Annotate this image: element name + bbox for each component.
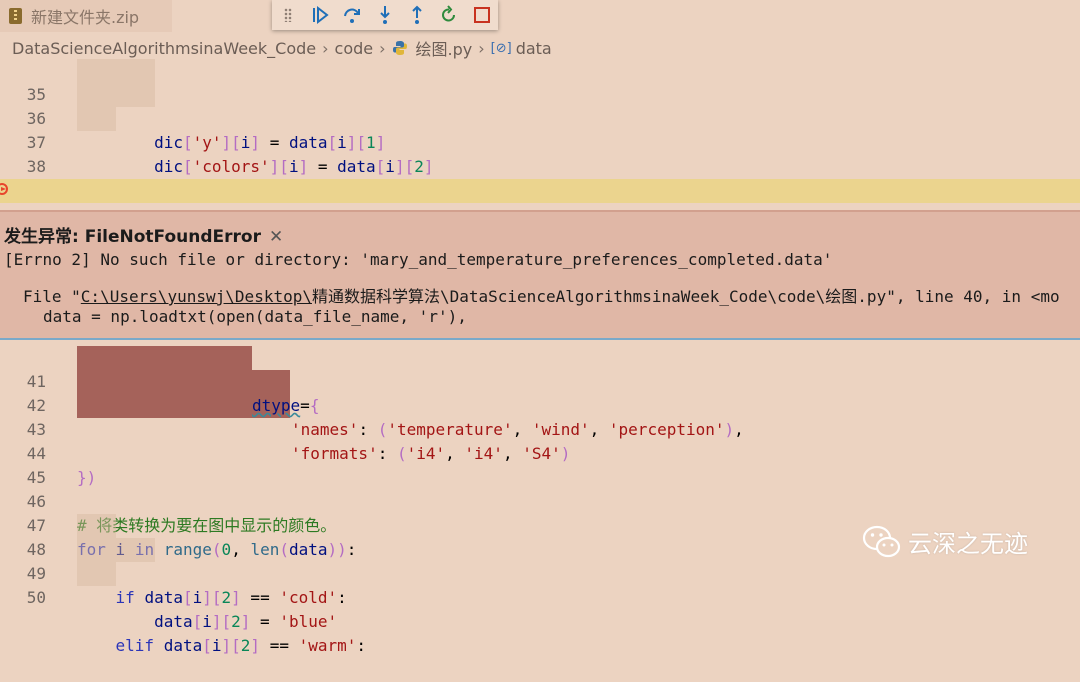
code-line: 43 'formats': ('i4', 'i4', 'S4') [0,394,1080,463]
code-line: 44 }) [0,418,1080,487]
exception-title-text: 发生异常: FileNotFoundError [4,227,261,247]
code-line: 41 dtype={ [0,346,1080,415]
chevron-right-icon: › [379,38,386,58]
wechat-icon [862,525,901,557]
breadcrumb-code[interactable]: code [335,39,374,58]
chevron-right-icon: › [322,38,329,58]
code-line: 50 elif data[i][2] == 'warm': [0,562,1080,655]
code-line: 36 dic['colors'][i] = data[i][2] [0,83,1080,176]
python-file-icon [392,41,407,55]
tab-bar: 新建文件夹.zip [0,0,1080,32]
code-text: elif data[i][2] == 'warm': [77,636,367,655]
step-into-button[interactable] [369,0,401,30]
restart-icon [442,5,456,22]
code-line: 45 [0,442,1080,487]
exception-title: 发生异常: FileNotFoundError ✕ [4,222,283,247]
grip-icon[interactable] [284,8,292,22]
step-out-icon [412,5,422,24]
continue-icon [313,5,329,25]
code-text: data[i][2] = 'blue' [77,612,338,631]
code-text: if data[i][2] == 'cold': [77,588,347,607]
editor-tab[interactable]: 新建文件夹.zip [0,0,172,32]
code-line: 37 return dic [0,107,1080,200]
symbol-variable-icon: [⊘] [490,40,512,56]
current-line: 40 data = np.loadtxt(open(data_file_name… [0,179,1080,272]
continue-button[interactable] [304,0,336,30]
code-line: 42 'names': ('temperature', 'wind', 'per… [0,370,1080,439]
step-into-icon [380,6,390,24]
stop-icon [473,7,490,23]
step-over-button[interactable] [336,0,368,30]
traceback-rest: 精通数据科学算法\DataScienceAlgorithmsinaWeek_Co… [311,287,1060,306]
code-line: 39 [0,155,1080,200]
step-over-icon [344,8,361,23]
step-out-button[interactable] [401,0,433,30]
debug-toolbar [272,0,498,30]
code-line: 46 # 将类转换为要在图中显示的颜色。 [0,466,1080,535]
breadcrumb-file[interactable]: 绘图.py [416,36,473,60]
breadcrumb-folder[interactable]: DataScienceAlgorithmsinaWeek_Code [12,39,316,58]
exception-widget: 发生异常: FileNotFoundError ✕ [Errno 2] No su… [0,210,1080,340]
file-link[interactable]: C:\Users\yunswj\Desktop\ [81,287,312,306]
breakpoint-icon[interactable] [0,183,8,195]
restart-button[interactable] [433,0,465,30]
exception-source: data = np.loadtxt(open(data_file_name, '… [43,307,467,326]
chevron-right-icon: › [478,38,485,58]
code-editor-top[interactable]: 35 dic['y'][i] = data[i][1] 36 dic['colo… [0,59,1080,272]
tab-title: 新建文件夹.zip [31,8,140,27]
exception-message: [Errno 2] No such file or directory: 'ma… [4,250,833,269]
traceback-prefix: File " [23,287,81,306]
code-line: 35 dic['y'][i] = data[i][1] [0,59,1080,152]
close-icon[interactable]: ✕ [269,227,283,247]
zip-icon [9,8,22,24]
watermark: 云深之无迹 [862,524,1028,559]
watermark-text: 云深之无迹 [908,530,1028,558]
line-number: 50 [26,588,46,607]
exception-traceback: File "C:\Users\yunswj\Desktop\精通数据科学算法\D… [23,283,1060,307]
code-line: 38 [0,131,1080,176]
breadcrumb: DataScienceAlgorithmsinaWeek_Code › code… [0,36,1080,60]
stop-button[interactable] [466,0,498,30]
code-line: 47 for i in range(0, len(data)): [0,490,1080,559]
breadcrumb-symbol[interactable]: data [516,39,552,58]
